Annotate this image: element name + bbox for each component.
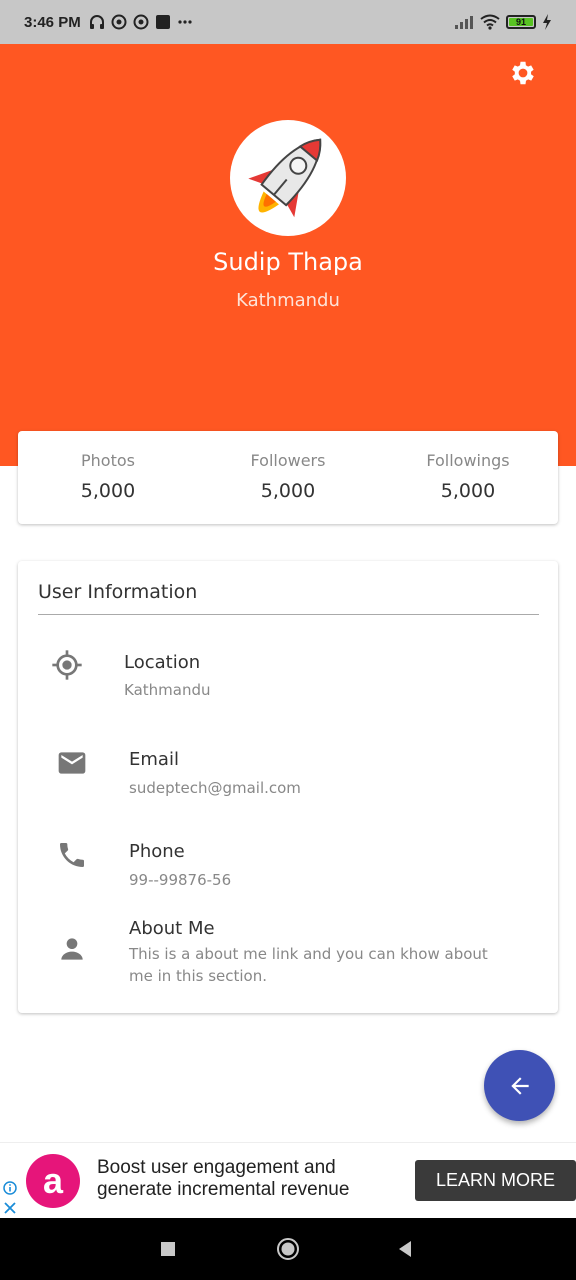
stat-value: 5,000 [440,480,496,502]
navigation-bar [0,1218,576,1280]
notification-square-icon [155,15,170,29]
stat-value: 5,000 [260,480,316,502]
avatar [230,120,346,236]
vpn-icon [133,14,149,30]
info-label: Location [124,652,201,673]
signal-icon [455,16,473,29]
wifi-icon [480,14,500,30]
charging-icon [543,14,551,30]
profile-city: Kathmandu [236,290,340,311]
info-label: Email [129,749,179,770]
rocket-icon [248,138,322,218]
location-target-icon [52,650,82,680]
gear-icon[interactable] [508,58,538,88]
stat-photos: Photos 5,000 [18,431,198,524]
ad-logo: a [26,1154,80,1208]
stat-value: 5,000 [80,480,136,502]
close-icon[interactable] [3,1201,17,1215]
email-icon [58,752,86,774]
info-value: 99--99876-56 [129,871,232,889]
battery-icon: 91 [506,15,536,29]
info-value: sudeptech@gmail.com [129,779,301,797]
info-label: About Me [129,918,215,939]
stat-label: Followings [426,451,510,470]
stat-followings: Followings 5,000 [378,431,558,524]
arrow-left-icon [510,1076,529,1095]
phone-icon [60,843,84,867]
status-icons-right: 91 [454,14,552,30]
user-info-card: User Information Location Kathmandu Emai… [18,561,558,1013]
ad-logo-letter: a [42,1160,64,1201]
profile-header: Sudip Thapa Kathmandu [0,44,576,466]
stat-label: Photos [81,451,135,470]
status-time: 3:46 PM [24,13,81,31]
info-value: This is a about me link and you can khow… [129,945,488,985]
profile-name: Sudip Thapa [213,248,363,276]
info-icon[interactable] [3,1181,17,1195]
back-icon[interactable] [393,1237,417,1261]
ad-banner[interactable]: a Boost user engagement and generate inc… [0,1142,576,1218]
back-fab-button[interactable] [484,1050,555,1121]
info-label: Phone [129,841,185,862]
divider [38,614,539,615]
ad-text: Boost user engagement and generate incre… [97,1157,350,1200]
more-dots-icon [178,20,192,24]
learn-more-button[interactable]: LEARN MORE [415,1160,576,1201]
battery-level-text: 91 [515,17,526,27]
person-icon [61,938,83,960]
info-value: Kathmandu [124,681,211,699]
vpn-icon [111,14,127,30]
headphones-icon [89,15,104,29]
stats-card: Photos 5,000 Followers 5,000 Followings … [18,431,558,524]
recent-apps-icon[interactable] [156,1237,180,1261]
stat-followers: Followers 5,000 [198,431,378,524]
status-bar: 3:46 PM 91 [0,0,576,44]
status-icons-left [89,14,193,30]
home-icon[interactable] [276,1237,300,1261]
user-info-title: User Information [38,581,198,603]
stat-label: Followers [250,451,326,470]
